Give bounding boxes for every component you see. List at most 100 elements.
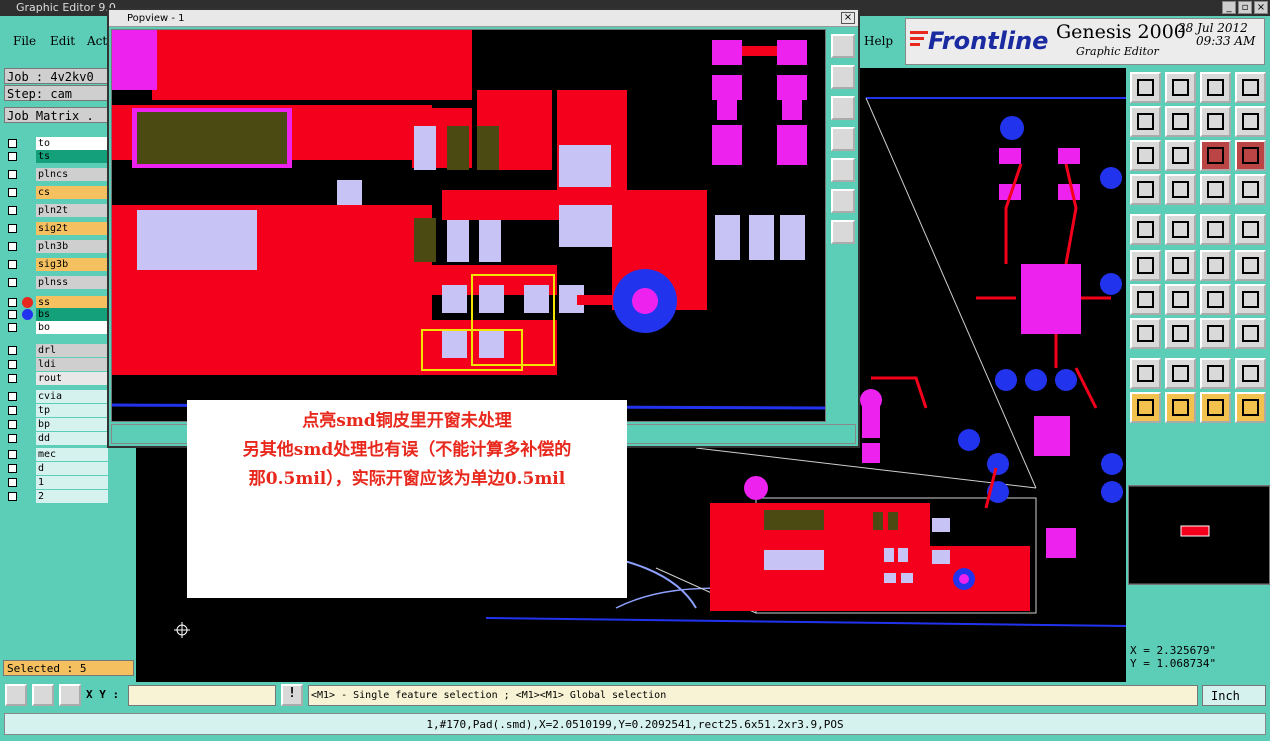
fit-icon[interactable] — [1130, 140, 1161, 171]
move-left-icon[interactable] — [1130, 106, 1161, 137]
pv-down-icon[interactable] — [831, 96, 855, 120]
popview-close-icon[interactable]: × — [841, 12, 855, 24]
tri4-icon[interactable] — [1235, 358, 1266, 389]
net-icon[interactable] — [1130, 250, 1161, 281]
menu-actions[interactable]: Act — [87, 34, 107, 48]
pv-right-icon[interactable] — [831, 158, 855, 182]
job-matrix-button[interactable]: Job Matrix . — [4, 107, 108, 123]
tri3-icon[interactable] — [1200, 358, 1231, 389]
layer-checkbox[interactable] — [8, 170, 17, 179]
home-icon[interactable] — [1200, 72, 1231, 103]
pointer3-icon[interactable] — [1200, 392, 1231, 423]
swap-icon[interactable] — [1200, 106, 1231, 137]
pv-left-icon[interactable] — [831, 127, 855, 151]
layer-row-cs[interactable]: cs — [6, 186, 108, 199]
layer-checkbox[interactable] — [8, 242, 17, 251]
layer-red-icon[interactable] — [1200, 174, 1231, 205]
move-right-icon[interactable] — [1165, 106, 1196, 137]
window-icon[interactable] — [1235, 72, 1266, 103]
layer-checkbox[interactable] — [8, 188, 17, 197]
arc-icon[interactable] — [1200, 284, 1231, 315]
layer-checkbox[interactable] — [8, 310, 17, 319]
layer-checkbox[interactable] — [8, 323, 17, 332]
move-down-icon[interactable] — [1165, 72, 1196, 103]
shape-icon[interactable] — [1165, 214, 1196, 245]
layer-checkbox[interactable] — [8, 152, 17, 161]
layer-checkbox[interactable] — [8, 260, 17, 269]
layer-checkbox[interactable] — [8, 206, 17, 215]
layer-row-2[interactable]: 2 — [6, 490, 108, 503]
layer-checkbox[interactable] — [8, 392, 17, 401]
layer-checkbox[interactable] — [8, 139, 17, 148]
layer-checkbox[interactable] — [8, 298, 17, 307]
units-select[interactable]: Inch — [1202, 685, 1266, 706]
layer-row-sig2t[interactable]: sig2t — [6, 222, 108, 235]
menu-file[interactable]: File — [13, 34, 36, 48]
layer-row-bs[interactable]: bs — [6, 308, 108, 321]
pointer4-icon[interactable] — [1235, 392, 1266, 423]
grid-icon[interactable] — [59, 684, 81, 706]
layer-checkbox[interactable] — [8, 374, 17, 383]
maximize-button[interactable]: ▫ — [1238, 1, 1252, 14]
layer-row-mec[interactable]: mec — [6, 448, 108, 461]
measure-icon[interactable] — [32, 684, 54, 706]
pv-up-icon[interactable] — [831, 65, 855, 89]
layer-row-ts[interactable]: ts — [6, 150, 108, 163]
layer-row-bo[interactable]: bo — [6, 321, 108, 334]
connect-icon[interactable] — [1200, 250, 1231, 281]
layer-checkbox[interactable] — [8, 492, 17, 501]
tri1-icon[interactable] — [1130, 358, 1161, 389]
info-icon[interactable]: ! — [281, 684, 303, 706]
slash-icon[interactable] — [1165, 284, 1196, 315]
close-button[interactable]: × — [1254, 1, 1268, 14]
grid-icon[interactable] — [1165, 174, 1196, 205]
layer-row-plnss[interactable]: plnss — [6, 276, 108, 289]
layer-row-pln2t[interactable]: pln2t — [6, 204, 108, 217]
pv-expand-icon[interactable] — [831, 34, 855, 58]
pv-zoom-in-icon[interactable] — [831, 189, 855, 213]
popview-canvas[interactable] — [111, 29, 826, 422]
group-icon[interactable] — [1235, 318, 1266, 349]
layer-row-rout[interactable]: rout — [6, 372, 108, 385]
menu-edit[interactable]: Edit — [50, 34, 75, 48]
pv-zoom-out-icon[interactable] — [831, 220, 855, 244]
layer-checkbox[interactable] — [8, 434, 17, 443]
layer-checkbox[interactable] — [8, 278, 17, 287]
layer-row-dd[interactable]: dd — [6, 432, 108, 445]
layer-checkbox[interactable] — [8, 450, 17, 459]
layer-checkbox[interactable] — [8, 420, 17, 429]
connect2-icon[interactable] — [1235, 250, 1266, 281]
snake-icon[interactable] — [1235, 106, 1266, 137]
cross-icon[interactable] — [1165, 250, 1196, 281]
layer-row-d[interactable]: d — [6, 462, 108, 475]
pin-icon[interactable] — [1130, 318, 1161, 349]
minimize-button[interactable]: _ — [1222, 1, 1236, 14]
scale-icon[interactable] — [1200, 140, 1231, 171]
tri2-icon[interactable] — [1165, 358, 1196, 389]
overview-minimap[interactable] — [1128, 485, 1270, 585]
zoom-icon[interactable] — [1165, 140, 1196, 171]
circle-icon[interactable] — [1235, 214, 1266, 245]
layer-row-1[interactable]: 1 — [6, 476, 108, 489]
layer-checkbox[interactable] — [8, 406, 17, 415]
move-up-icon[interactable] — [1130, 72, 1161, 103]
layer-row-tp[interactable]: tp — [6, 404, 108, 417]
layer-row-bp[interactable]: bp — [6, 418, 108, 431]
pointer2-icon[interactable] — [1165, 392, 1196, 423]
pen-icon[interactable] — [1130, 174, 1161, 205]
pad-icon[interactable] — [1130, 214, 1161, 245]
layer-checkbox[interactable] — [8, 346, 17, 355]
component-icon[interactable] — [1200, 318, 1231, 349]
xy-input[interactable] — [128, 685, 276, 706]
layer-row-cvia[interactable]: cvia — [6, 390, 108, 403]
layer-row-plncs[interactable]: plncs — [6, 168, 108, 181]
layer-row-to[interactable]: to — [6, 137, 108, 150]
layer-checkbox[interactable] — [8, 224, 17, 233]
menu-help[interactable]: Help — [864, 34, 893, 48]
ff-icon[interactable] — [1235, 284, 1266, 315]
line-icon[interactable] — [1165, 318, 1196, 349]
angle-icon[interactable] — [1130, 284, 1161, 315]
layer-red2-icon[interactable] — [1235, 174, 1266, 205]
layer-row-pln3b[interactable]: pln3b — [6, 240, 108, 253]
layer-checkbox[interactable] — [8, 464, 17, 473]
